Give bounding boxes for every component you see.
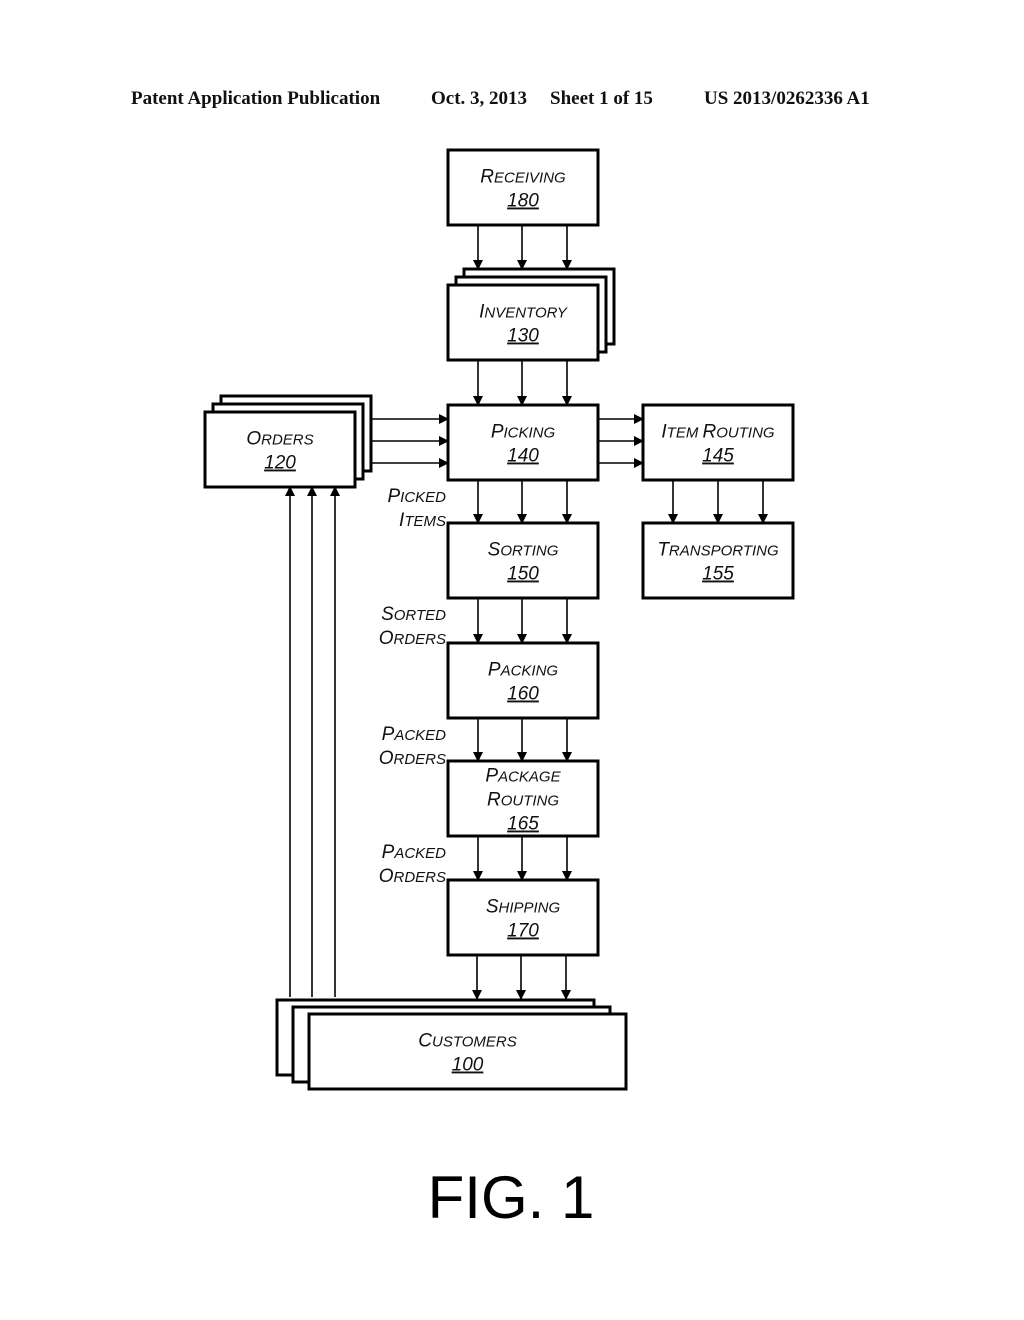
edge-label: ORDERS <box>379 866 446 887</box>
nodes-layer: RECEIVING 180 INVENTORY 130 ORDERS 120 PICKING… <box>203 148 795 1091</box>
node-label: SHIPPING <box>486 897 561 918</box>
node-inventory: INVENTORY 130 <box>446 267 616 362</box>
node-item-routing: ITEM ROUTING 145 <box>641 403 795 482</box>
node-label: RECEIVING <box>480 167 566 188</box>
edge-label: PACKED <box>382 842 447 863</box>
node-ref-number: 145 <box>702 446 734 467</box>
node-label: SORTING <box>488 540 559 561</box>
edge-labels-layer: PICKED ITEMS SORTED ORDERS PACKED ORDERS PACKE… <box>379 486 446 887</box>
node-label: TRANSPORTING <box>657 540 779 561</box>
node-ref-number: 170 <box>507 921 539 942</box>
node-label: CUSTOMERS <box>418 1031 516 1052</box>
node-label: INVENTORY <box>479 302 568 323</box>
edge-label: ORDERS <box>379 628 446 649</box>
node-box <box>446 148 600 227</box>
node-box <box>446 403 600 482</box>
node-picking: PICKING 140 <box>446 403 600 482</box>
node-label: ORDERS <box>246 429 313 450</box>
node-box <box>446 641 600 720</box>
figure-label: FIG. 1 <box>428 1164 595 1231</box>
edge-label: SORTED <box>381 604 446 625</box>
node-label: PACKING <box>488 660 559 681</box>
node-box <box>307 1012 628 1091</box>
node-shipping: SHIPPING 170 <box>446 878 600 957</box>
node-orders: ORDERS 120 <box>203 394 373 489</box>
node-box <box>641 521 795 600</box>
node-ref-number: 130 <box>507 326 539 347</box>
flow-diagram: RECEIVING 180 INVENTORY 130 ORDERS 120 PICKING… <box>203 148 795 1231</box>
node-box <box>203 410 357 489</box>
node-ref-number: 160 <box>507 684 539 705</box>
edge-label: PICKED <box>387 486 446 507</box>
node-ref-number: 140 <box>507 446 539 467</box>
node-ref-number: 155 <box>702 564 734 585</box>
node-package-routing: PACKAGE ROUTING 165 <box>446 759 600 838</box>
node-label: PACKAGE <box>485 766 561 787</box>
node-label: PICKING <box>491 422 556 443</box>
node-receiving: RECEIVING 180 <box>446 148 600 227</box>
node-sorting: SORTING 150 <box>446 521 600 600</box>
node-label: ITEM ROUTING <box>661 422 775 443</box>
node-box <box>446 878 600 957</box>
node-customers: CUSTOMERS 100 <box>275 998 628 1091</box>
node-ref-number: 150 <box>507 564 539 585</box>
edge-label: PACKED <box>382 724 447 745</box>
node-ref-number: 100 <box>452 1055 484 1076</box>
node-packing: PACKING 160 <box>446 641 600 720</box>
node-transporting: TRANSPORTING 155 <box>641 521 795 600</box>
edge-label: ITEMS <box>399 510 446 531</box>
node-ref-number: 165 <box>507 814 539 835</box>
node-box <box>641 403 795 482</box>
node-box <box>446 521 600 600</box>
node-ref-number: 180 <box>507 191 539 212</box>
node-ref-number: 120 <box>264 453 296 474</box>
edge-label: ORDERS <box>379 748 446 769</box>
node-box <box>446 283 600 362</box>
node-label: ROUTING <box>487 790 559 811</box>
